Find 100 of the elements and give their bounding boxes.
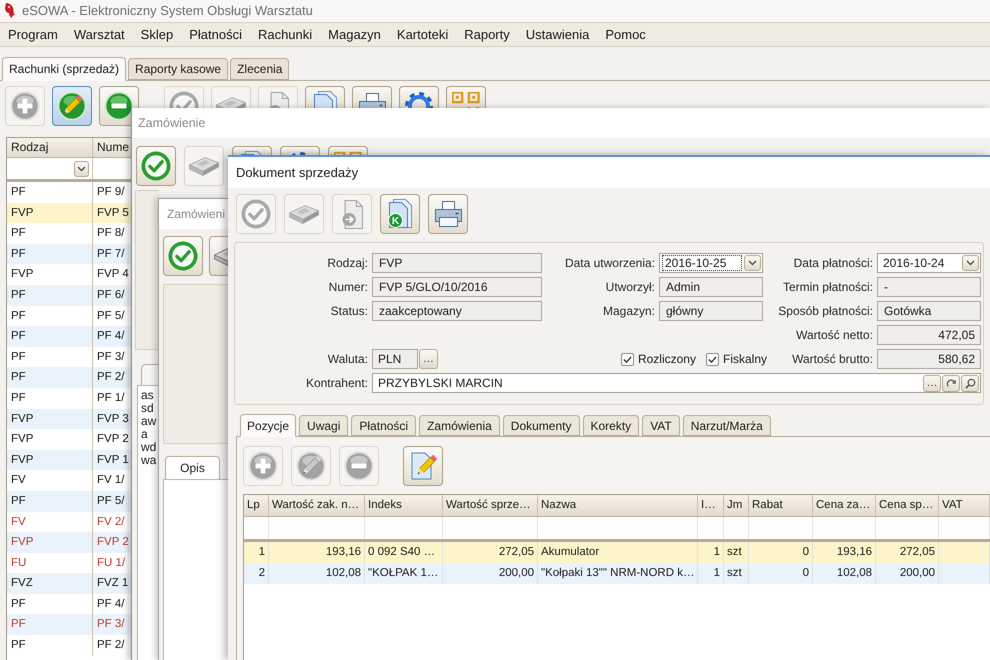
text-field[interactable]: FVP 5/GLO/10/2016 <box>372 277 542 297</box>
dropdown-button[interactable] <box>744 255 761 271</box>
table-row[interactable]: PF PF 5/ <box>7 306 131 326</box>
table-row[interactable]: PF PF 4/ <box>7 594 131 614</box>
text-field[interactable]: 472,05 <box>877 325 981 345</box>
tab[interactable]: Rachunki (sprzedaż) <box>2 57 126 81</box>
menu-item[interactable]: Pomoc <box>597 23 654 46</box>
description-field[interactable] <box>163 479 228 660</box>
more-button[interactable]: … <box>419 349 438 369</box>
table-row[interactable]: PF PF 2/ <box>7 367 131 388</box>
settings-button[interactable] <box>280 146 320 155</box>
checkbox[interactable] <box>620 352 634 366</box>
column-header[interactable]: Nazwa <box>538 495 698 516</box>
settings-button[interactable] <box>399 86 439 108</box>
table-row[interactable]: FVP FVP 1 <box>7 450 131 470</box>
delete-button[interactable] <box>99 86 139 126</box>
menu-item[interactable]: Ustawienia <box>518 23 598 46</box>
qr-code-button[interactable] <box>446 86 486 108</box>
table-cell-text: PF 2/ <box>96 638 126 654</box>
tab[interactable]: Raporty kasowe <box>128 58 228 80</box>
checkmark-icon <box>141 151 171 181</box>
text-field[interactable]: PRZYBYLSKI MARCIN … <box>372 373 981 393</box>
checkbox-label: Rozliczony <box>638 351 696 368</box>
more-button[interactable]: … <box>923 374 941 392</box>
text-field[interactable]: - <box>877 277 981 297</box>
dropdown-button[interactable] <box>74 160 89 176</box>
column-header[interactable]: Wartość sprze… <box>443 495 538 516</box>
tab[interactable]: Korekty <box>582 415 640 436</box>
date-field[interactable]: 2016-10-24 <box>877 253 981 273</box>
document-button[interactable] <box>232 146 272 155</box>
dropdown-button[interactable] <box>962 255 979 271</box>
table-row[interactable]: FVP FVP 2 <box>7 532 131 553</box>
table-cell: "Kołpaki 13"" NRM-NORD k… <box>538 563 698 584</box>
search-button[interactable] <box>961 374 979 392</box>
column-header[interactable]: I… <box>698 495 724 516</box>
date-field[interactable]: 2016-10-25 <box>659 253 763 273</box>
table-row[interactable]: PF PF 7/ <box>7 244 131 264</box>
table-row[interactable]: 2 102,08 "KOŁPAK 1… 200,00 "Kołpaki 13"" NRM-NORD k… 1 szt 0 102,08 200,00 <box>244 563 990 584</box>
edit-document-button[interactable] <box>403 446 443 486</box>
column-header[interactable]: Nume <box>93 138 131 157</box>
table-row[interactable]: 1 193,16 0 092 S40 … 272,05 Akumulator 1 szt 0 193,16 272,05 <box>244 542 990 563</box>
column-header[interactable]: Wartość zak. n… <box>269 495 365 516</box>
tab[interactable]: Narzut/Marża <box>682 415 771 436</box>
refresh-button[interactable] <box>942 374 960 392</box>
field-label: Status: <box>330 303 369 320</box>
tab[interactable]: VAT <box>642 415 680 436</box>
table-row[interactable]: PF PF 4/ <box>7 326 131 347</box>
text-field[interactable]: Gotówka <box>877 301 981 321</box>
document-button[interactable] <box>305 86 345 108</box>
tab[interactable]: Zlecenia <box>230 58 290 80</box>
table-row[interactable]: FVP FVP 5 <box>7 202 131 224</box>
text-field[interactable]: FVP <box>372 253 542 273</box>
column-header[interactable]: Cena sp… <box>876 495 939 516</box>
tab[interactable]: Opis <box>165 456 220 479</box>
checkbox[interactable] <box>706 352 719 366</box>
menu-item[interactable]: Kartoteki <box>388 23 456 46</box>
tab[interactable]: Dokumenty <box>502 415 580 436</box>
menu-item[interactable]: Warsztat <box>66 23 133 46</box>
column-header[interactable]: Jm <box>724 495 749 516</box>
confirm-button[interactable] <box>163 236 203 276</box>
print-button[interactable] <box>428 194 468 234</box>
table-row[interactable]: FVZ FVZ 1 <box>7 573 131 594</box>
text-field[interactable]: główny <box>659 301 763 321</box>
column-header[interactable]: Rodzaj <box>7 138 93 157</box>
menu-item[interactable]: Raporty <box>456 23 518 46</box>
tab[interactable]: Płatności <box>351 415 416 436</box>
menu-item[interactable]: Sklep <box>132 23 182 46</box>
print-button[interactable] <box>352 86 392 108</box>
table-row[interactable]: PF PF 3/ <box>7 614 131 636</box>
table-row[interactable]: FU FU 1/ <box>7 552 131 574</box>
tab[interactable]: Zamówienia <box>419 415 500 436</box>
text-field[interactable]: zaakceptowany <box>372 301 542 321</box>
table-cell-text: PF 3/ <box>96 350 126 365</box>
column-header[interactable]: VAT <box>939 495 990 516</box>
tab[interactable]: Uwagi <box>299 415 348 436</box>
table-row[interactable]: FV FV 2/ <box>7 512 131 532</box>
column-header[interactable]: Lp <box>244 495 269 516</box>
document-button[interactable]: K <box>380 194 420 234</box>
table-row[interactable]: PF PF 3/ <box>7 346 131 368</box>
checkmark-icon <box>708 356 717 362</box>
menu-item[interactable]: Płatności <box>181 23 250 46</box>
table-row[interactable]: PF PF 5/ <box>7 490 131 512</box>
field-label: Numer: <box>328 279 369 296</box>
menu-item[interactable]: Rachunki <box>250 23 320 46</box>
table-row[interactable]: PF PF 6/ <box>7 284 131 306</box>
menu-item[interactable]: Magazyn <box>320 23 389 46</box>
tab[interactable]: Pozycje <box>240 414 296 437</box>
text-field[interactable]: 580,62 <box>877 349 981 369</box>
confirm-button[interactable] <box>136 146 176 186</box>
text-field[interactable]: Admin <box>659 277 763 297</box>
column-header[interactable]: Rabat <box>749 495 813 516</box>
table-cell-text: FV 2/ <box>96 514 126 530</box>
qr-code-button[interactable] <box>328 146 368 155</box>
table-row[interactable]: FVP FVP 3 <box>7 408 131 430</box>
text-field[interactable]: PLN <box>372 349 418 369</box>
chevron-down-icon <box>77 166 86 172</box>
edit-button[interactable] <box>52 86 92 126</box>
menu-item[interactable]: Program <box>0 23 66 46</box>
column-header[interactable]: Indeks <box>365 495 443 516</box>
column-header[interactable]: Cena za… <box>813 495 876 516</box>
